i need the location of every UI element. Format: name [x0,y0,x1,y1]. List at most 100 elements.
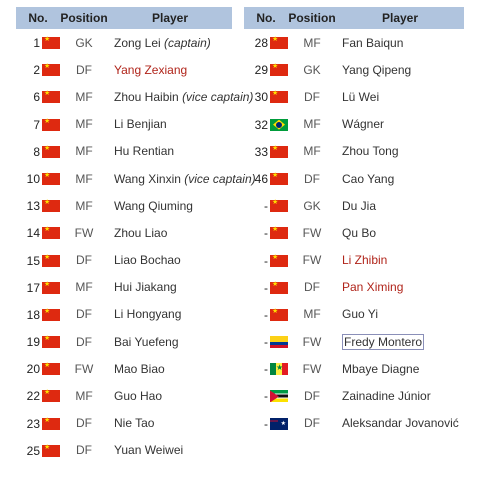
cn-flag-icon[interactable] [42,308,60,321]
player-cell: Zong Lei (captain) [108,29,232,56]
cn-flag-icon[interactable] [42,389,60,403]
table-row: 10 MF Wang Xinxin (vice captain) [16,165,256,192]
br-flag-icon[interactable] [270,118,288,131]
cn-flag-icon[interactable] [270,90,288,104]
player-name-link[interactable]: Wang Xinxin [114,172,181,186]
table-row: - DF Aleksandar Jovanović [244,410,464,437]
shirt-number: 30 [254,90,268,105]
cell-number: 2 [16,56,60,83]
header-no: No. [16,7,60,29]
au-flag-icon[interactable] [270,417,288,430]
shirt-number: 19 [26,335,40,350]
cn-flag-icon[interactable] [42,226,60,240]
cn-flag-icon[interactable] [42,254,60,267]
cn-flag-icon[interactable] [42,36,60,49]
cn-flag-icon[interactable] [42,90,60,104]
player-name-link[interactable]: Fan Baiqun [342,36,403,50]
shirt-number: 7 [33,117,40,132]
cn-flag-icon[interactable] [42,145,60,158]
cn-flag-icon[interactable] [42,118,60,131]
player-name-link[interactable]: Zainadine Júnior [342,389,431,403]
player-name-link[interactable]: Fredy Montero [342,333,425,350]
shirt-number: 23 [26,416,40,431]
cn-flag-icon[interactable] [270,36,288,49]
cn-flag-icon[interactable] [270,199,288,213]
mz-flag-icon[interactable] [270,390,288,403]
player-cell: Qu Bo [336,219,464,246]
player-name-link[interactable]: Hu Rentian [114,144,174,158]
table-row: 28 MF Fan Baiqun [244,29,464,56]
table-row: 22 MF Guo Hao [16,382,232,409]
table-row: 19 DF Bai Yuefeng [16,328,232,355]
player-name-link[interactable]: Li Hongyang [114,307,181,321]
player-name-link[interactable]: Du Jia [342,199,376,213]
position-cell: DF [304,280,320,295]
player-name-link[interactable]: Yang Zexiang [114,63,187,77]
player-name-link[interactable]: Li Zhibin [342,253,387,267]
player-name-link[interactable]: Liao Bochao [114,253,181,267]
shirt-number: 20 [26,362,40,377]
player-name-link[interactable]: Yuan Weiwei [114,443,183,457]
player-name-link[interactable]: Cao Yang [342,172,394,186]
player-name-link[interactable]: Zhou Tong [342,144,399,158]
cn-flag-icon[interactable] [42,172,60,185]
player-name-link[interactable]: Qu Bo [342,226,376,240]
table-row: - FW Li Zhibin [244,247,464,274]
player-name-link[interactable]: Hui Jiakang [114,280,177,294]
cn-flag-icon[interactable] [270,145,288,158]
position-cell: MF [75,389,93,404]
player-name-link[interactable]: Zong Lei [114,36,161,50]
cell-number: 33 [244,138,288,165]
player-name-link[interactable]: Lü Wei [342,90,379,104]
player-cell: Mbaye Diagne [336,355,464,382]
co-flag-icon[interactable] [270,336,288,349]
cn-flag-icon[interactable] [270,254,288,267]
position-cell: MF [303,307,321,322]
player-name-link[interactable]: Wang Qiuming [114,199,193,213]
cn-flag-icon[interactable] [42,199,60,213]
table-row: 46 DF Cao Yang [244,165,464,192]
cn-flag-icon[interactable] [270,281,288,294]
player-cell: Zhou Haibin (vice captain) [108,83,253,110]
header-position: Position [288,7,336,29]
position-cell: DF [304,389,320,404]
cell-number: 28 [244,29,288,56]
shirt-number: 18 [26,307,40,322]
cn-flag-icon[interactable] [42,417,60,430]
player-name-link[interactable]: Guo Yi [342,307,378,321]
player-name-link[interactable]: Li Benjian [114,117,167,131]
table-row: 18 DF Li Hongyang [16,301,232,328]
sn-flag-icon[interactable] [270,363,288,376]
player-name-link[interactable]: Guo Hao [114,389,162,403]
position-cell: DF [304,416,320,431]
position-cell: DF [304,89,320,104]
cn-flag-icon[interactable] [270,172,288,185]
player-name-link[interactable]: Wágner [342,117,384,131]
player-name-link[interactable]: Pan Ximing [342,280,403,294]
cell-number: - [244,219,288,246]
position-cell: MF [75,89,93,104]
cn-flag-icon[interactable] [270,308,288,321]
player-name-link[interactable]: Mao Biao [114,362,165,376]
player-name-link[interactable]: Nie Tao [114,416,154,430]
position-cell: MF [75,117,93,132]
player-name-link[interactable]: Yang Qipeng [342,63,411,77]
player-cell: Yuan Weiwei [108,437,232,464]
cn-flag-icon[interactable] [270,226,288,240]
table-row: 6 MF Zhou Haibin (vice captain) [16,83,253,110]
shirt-number: 1 [33,36,40,50]
shirt-number: - [264,253,268,268]
table-row: 29 GK Yang Qipeng [244,56,464,83]
cn-flag-icon[interactable] [42,335,60,349]
player-name-link[interactable]: Aleksandar Jovanović [342,416,459,430]
cn-flag-icon[interactable] [42,444,60,457]
player-name-link[interactable]: Mbaye Diagne [342,362,419,376]
player-cell: Aleksandar Jovanović [336,410,464,437]
cn-flag-icon[interactable] [42,362,60,376]
cn-flag-icon[interactable] [270,63,288,77]
cn-flag-icon[interactable] [42,63,60,77]
player-name-link[interactable]: Bai Yuefeng [114,335,179,349]
player-name-link[interactable]: Zhou Liao [114,226,167,240]
cn-flag-icon[interactable] [42,281,60,294]
player-name-link[interactable]: Zhou Haibin [114,90,179,104]
